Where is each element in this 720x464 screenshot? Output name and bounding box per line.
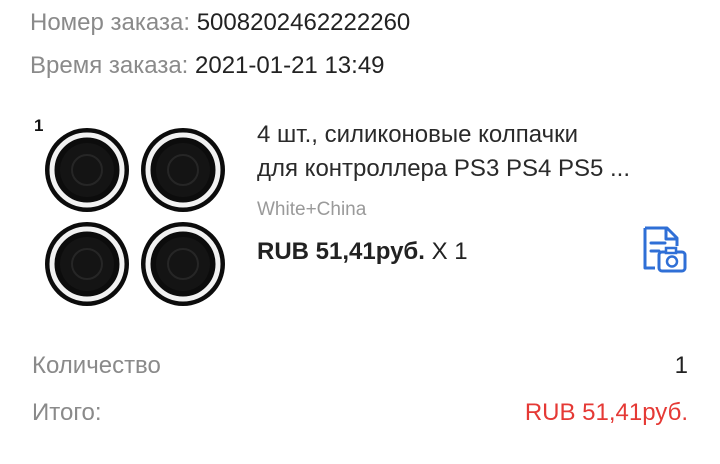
document-camera-icon [643,226,687,273]
product-title-line-1: 4 шт., силиконовые колпачки [257,121,578,148]
price-line: RUB 51,41руб. X 1 [257,238,468,266]
order-time-row: Время заказа: 2021-01-21 13:49 [30,51,385,81]
product-title-line-2: для контроллера PS3 PS4 PS5 ... [257,155,631,182]
order-time-label: Время заказа: [30,52,189,79]
product-image[interactable]: 1 [30,112,230,312]
total-row: Итого: RUB 51,41руб. [32,398,688,428]
quantity-row: Количество 1 [32,351,688,381]
product-title[interactable]: 4 шт., силиконовые колпачки для контролл… [257,118,697,186]
total-value: RUB 51,41руб. [524,399,688,426]
order-number-row: Номер заказа: 5008202462222260 [30,8,410,38]
quantity-value: 1 [674,352,688,379]
product-quantity: X 1 [431,238,468,265]
total-label: Итого: [32,399,102,426]
image-badge: 1 [34,116,44,135]
quantity-label: Количество [32,352,161,379]
product-variant: White+China [257,199,367,220]
order-time-value: 2021-01-21 13:49 [195,52,385,79]
order-number-label: Номер заказа: [30,9,191,36]
thumbstick-caps-image [45,128,225,306]
snapshot-button[interactable] [637,224,689,276]
order-number-value: 5008202462222260 [196,9,411,36]
product-price: RUB 51,41руб. [257,238,425,265]
